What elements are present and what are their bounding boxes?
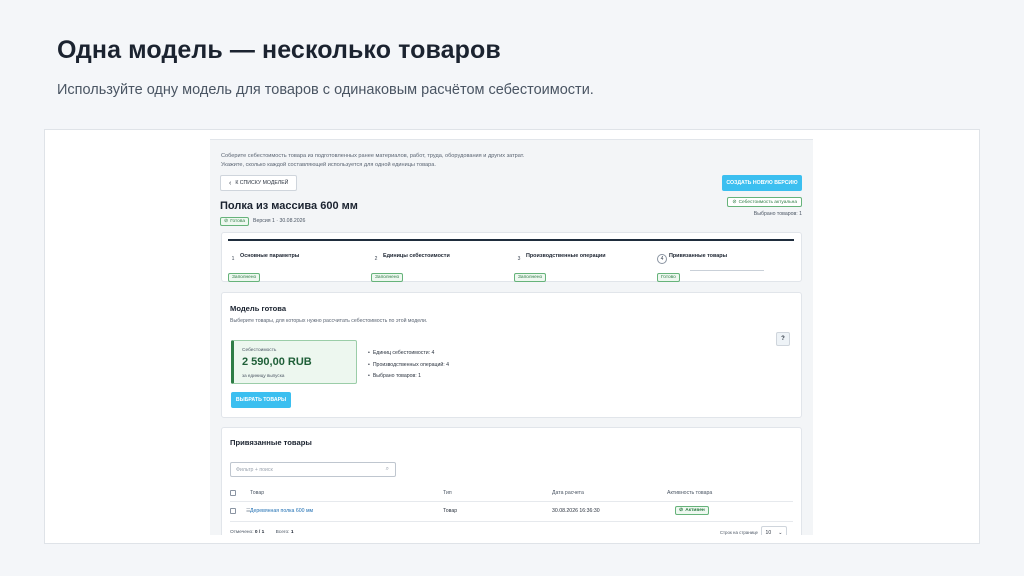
- total-label: Всего:: [275, 530, 290, 535]
- search-icon[interactable]: ⌕: [386, 466, 389, 473]
- linked-products-card: Привязанные товары Фильтр + поиск ⌕ Това…: [221, 427, 802, 535]
- calculation-date: 30.08.2026 16:36:30: [552, 508, 600, 514]
- rows-per-page-value: 10: [765, 529, 772, 536]
- rows-per-page-label: Строк на странице: [719, 530, 758, 535]
- check-circle-icon: ⊘: [224, 218, 229, 224]
- step-number: 3: [517, 256, 521, 262]
- table-footer: Отмечено: 0 / 1 Всего: 1 Строк на страни…: [230, 526, 793, 535]
- list-item: Производственных операций: 4: [368, 360, 449, 372]
- step-label: Производственные операции: [526, 252, 606, 259]
- intro-line-2: Укажите, сколько каждой составляющей исп…: [221, 162, 436, 168]
- back-button-label: К списку моделей: [235, 180, 289, 186]
- step-3[interactable]: 3 Производственные операции Заполнено: [514, 247, 654, 283]
- step-status-badge: Заполнено: [371, 273, 404, 282]
- filter-search-input[interactable]: Фильтр + поиск ⌕: [230, 462, 396, 477]
- chevron-left-icon: ‹: [229, 179, 232, 187]
- model-ready-description: Выберите товары, для которых нужно рассч…: [230, 318, 428, 324]
- select-all-checkbox[interactable]: [230, 490, 236, 496]
- slide-title: Одна модель — несколько товаров: [57, 36, 501, 64]
- slide-subtitle: Используйте одну модель для товаров с од…: [57, 82, 594, 98]
- product-type: Товар: [443, 508, 458, 514]
- model-title: Полка из массива 600 мм: [220, 200, 358, 212]
- select-products-button[interactable]: Выбрать товары: [231, 392, 291, 408]
- product-link[interactable]: Деревянная полка 600 мм: [250, 508, 313, 514]
- step-label: Единицы себестоимости: [383, 252, 450, 259]
- chevron-down-icon: ⌄: [778, 529, 783, 536]
- table-header: Товар Тип Дата расчета Активность товара: [230, 490, 793, 502]
- model-ready-card: Модель готова Выберите товары, для котор…: [221, 292, 802, 418]
- activity-status-label: Активен: [685, 508, 705, 513]
- model-ready-title: Модель готова: [230, 304, 287, 313]
- rows-per-page-select[interactable]: 10 ⌄: [761, 526, 787, 535]
- column-header-date[interactable]: Дата расчета: [552, 490, 584, 496]
- step-label: Привязанные товары: [669, 252, 728, 259]
- step-4[interactable]: 4Привязанные товары Готово: [657, 247, 797, 283]
- stepper: 1 Основные параметры Заполнено 2 Единицы с…: [221, 232, 802, 282]
- help-button[interactable]: ?: [776, 332, 790, 346]
- row-checkbox[interactable]: [230, 508, 236, 514]
- stepper-progress-line: [228, 239, 794, 241]
- check-circle-icon: ⊘: [732, 198, 737, 205]
- step-status-badge: Заполнено: [228, 273, 261, 282]
- column-header-product[interactable]: Товар: [250, 490, 264, 496]
- back-to-models-button[interactable]: ‹ К списку моделей: [220, 175, 298, 191]
- column-header-activity[interactable]: Активность товара: [667, 490, 712, 496]
- cost-actual-label: Себестоимость актуальна: [738, 199, 797, 205]
- selected-products-count: Выбрано товаров: 1: [753, 211, 802, 217]
- activity-status-badge: ⊘ Активен: [675, 506, 709, 515]
- list-item: Единиц себестоимости: 4: [368, 348, 449, 360]
- create-version-button[interactable]: Создать новую версию: [722, 175, 802, 191]
- cost-summary-box: Себестоимость 2 590,00 RUB за единицу вы…: [231, 340, 357, 384]
- step-active-underline: [690, 270, 764, 271]
- step-1[interactable]: 1 Основные параметры Заполнено: [228, 247, 368, 283]
- step-label: Основные параметры: [240, 252, 300, 259]
- list-item: Выбрано товаров: 1: [368, 371, 449, 383]
- step-status-badge: Заполнено: [514, 273, 547, 282]
- step-2[interactable]: 2 Единицы себестоимости Заполнено: [371, 247, 511, 283]
- cost-value: 2 590,00 RUB: [242, 356, 312, 368]
- table-row: ☰ Деревянная полка 600 мм Товар 30.08.20…: [230, 506, 793, 522]
- rows-per-page: Строк на странице 10 ⌄: [720, 526, 787, 535]
- step-number: 4: [657, 254, 667, 264]
- model-stats-list: Единиц себестоимости: 4 Производственных…: [368, 348, 449, 383]
- linked-products-title: Привязанные товары: [230, 438, 312, 447]
- intro-text: Соберите себестоимость товара из подгото…: [221, 152, 581, 170]
- cost-actual-badge: ⊘ Себестоимость актуальна: [727, 197, 802, 207]
- total-value: 1: [290, 530, 294, 535]
- status-badge-label: Готова: [230, 219, 246, 224]
- version-info: Версия 1 · 30.08.2026: [253, 218, 306, 224]
- marked-value: 0 / 1: [254, 530, 265, 535]
- app-window: Соберите себестоимость товара из подгото…: [210, 139, 813, 535]
- step-number: 1: [231, 256, 235, 262]
- check-circle-icon: ⊘: [679, 507, 684, 513]
- intro-line-1: Соберите себестоимость товара из подгото…: [221, 153, 525, 159]
- marked-label: Отмечено:: [230, 530, 254, 535]
- cost-label: Себестоимость: [242, 348, 277, 353]
- status-badge: ⊘ Готова: [220, 217, 250, 226]
- column-header-type[interactable]: Тип: [443, 490, 452, 496]
- filter-placeholder: Фильтр + поиск: [236, 466, 273, 473]
- cost-per-unit: за единицу выпуска: [242, 373, 285, 378]
- step-status-badge: Готово: [657, 273, 680, 282]
- step-number: 2: [374, 256, 378, 262]
